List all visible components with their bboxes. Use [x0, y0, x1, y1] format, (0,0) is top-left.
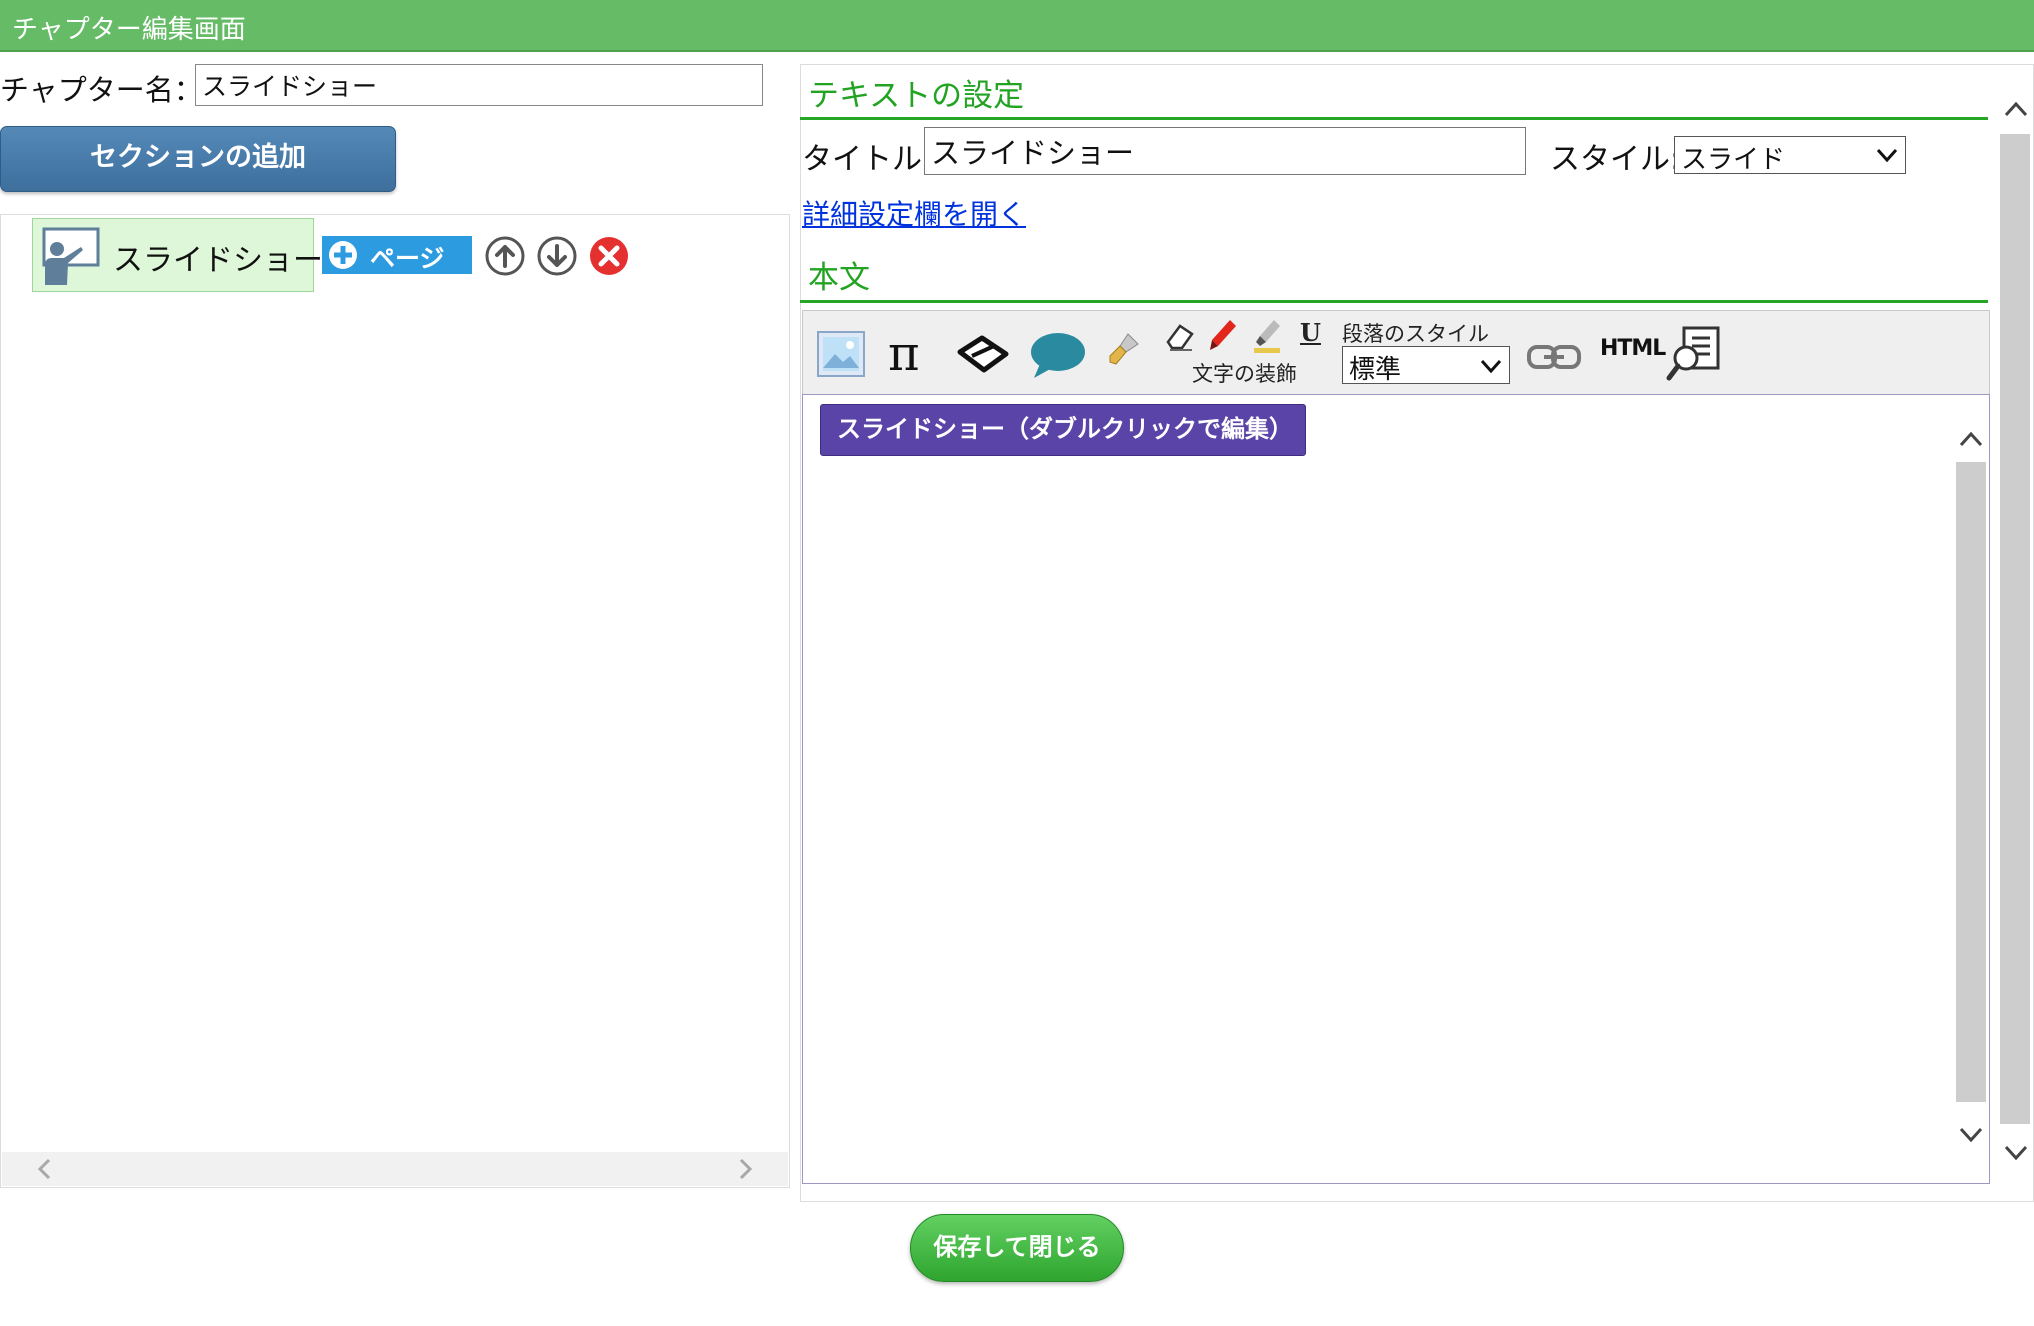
title-label: タイトル:	[802, 142, 933, 177]
paint-brush-icon[interactable]	[1104, 330, 1144, 370]
chevron-down-icon[interactable]	[1957, 1120, 1985, 1148]
paragraph-style-value: 標準	[1349, 355, 1402, 385]
eraser-shape-icon[interactable]	[954, 332, 1012, 376]
open-details-link[interactable]: 詳細設定欄を開く	[802, 193, 1026, 233]
chevron-left-icon[interactable]	[32, 1156, 58, 1182]
heading-divider	[800, 117, 1988, 120]
section-tree-panel	[0, 214, 790, 1188]
scrollbar-track[interactable]	[2000, 134, 2030, 1124]
html-source-icon[interactable]: HTML	[1600, 336, 1666, 361]
underline-icon[interactable]: U	[1300, 318, 1321, 347]
move-down-icon[interactable]	[536, 235, 578, 277]
presenter-board-icon	[42, 227, 100, 285]
speech-bubble-icon[interactable]	[1028, 330, 1086, 380]
text-decoration-label: 文字の装飾	[1192, 362, 1297, 386]
move-up-icon[interactable]	[484, 235, 526, 277]
chapter-name-input[interactable]	[195, 64, 763, 106]
body-heading: 本文	[808, 260, 870, 296]
chevron-up-icon[interactable]	[1957, 426, 1985, 454]
math-formula-icon[interactable]: π	[888, 326, 920, 382]
highlighter-icon[interactable]	[1252, 318, 1284, 354]
paragraph-style-label: 段落のスタイル	[1342, 322, 1489, 346]
style-select-value: スライド	[1681, 145, 1786, 175]
chevron-right-icon[interactable]	[732, 1156, 758, 1182]
window-title: チャプター編集画面	[12, 15, 246, 45]
scrollbar-track[interactable]	[1956, 462, 1986, 1102]
chapter-name-label: チャプター名：	[0, 73, 203, 107]
red-marker-icon[interactable]	[1206, 318, 1238, 354]
window-title-bar: チャプター編集画面	[0, 0, 2034, 52]
editor-vertical-scrollbar[interactable]	[1956, 420, 1986, 1156]
link-icon[interactable]	[1526, 342, 1582, 372]
tree-item-slideshow[interactable]: スライドショー	[32, 218, 323, 292]
body-editor[interactable]	[802, 394, 1990, 1184]
heading-divider	[800, 300, 1988, 303]
chevron-down-icon	[1480, 359, 1502, 374]
eraser-icon[interactable]	[1164, 320, 1196, 352]
slideshow-block[interactable]: スライドショー（ダブルクリックで編集）	[820, 404, 1306, 456]
panel-vertical-scrollbar[interactable]	[2000, 88, 2032, 1178]
chevron-up-icon[interactable]	[2002, 96, 2030, 124]
paragraph-style-select[interactable]: 標準	[1342, 346, 1510, 385]
plus-circle-icon	[329, 241, 357, 269]
add-page-button[interactable]: ページ	[322, 236, 472, 274]
tree-item-label: スライドショー	[113, 243, 323, 278]
image-icon[interactable]	[816, 330, 866, 378]
add-page-label: ページ	[370, 244, 445, 273]
search-document-icon[interactable]	[1666, 324, 1726, 382]
tree-horizontal-scrollbar[interactable]	[2, 1152, 788, 1186]
title-input[interactable]	[924, 127, 1526, 175]
style-select[interactable]: スライド	[1674, 136, 1906, 175]
style-label: スタイル:	[1550, 142, 1681, 177]
text-settings-heading: テキストの設定	[808, 78, 1025, 114]
save-and-close-button[interactable]: 保存して閉じる	[910, 1214, 1124, 1282]
chevron-down-icon	[1876, 148, 1898, 163]
add-section-button[interactable]: セクションの追加	[0, 126, 396, 192]
chevron-down-icon[interactable]	[2002, 1138, 2030, 1166]
delete-icon[interactable]	[588, 235, 630, 277]
